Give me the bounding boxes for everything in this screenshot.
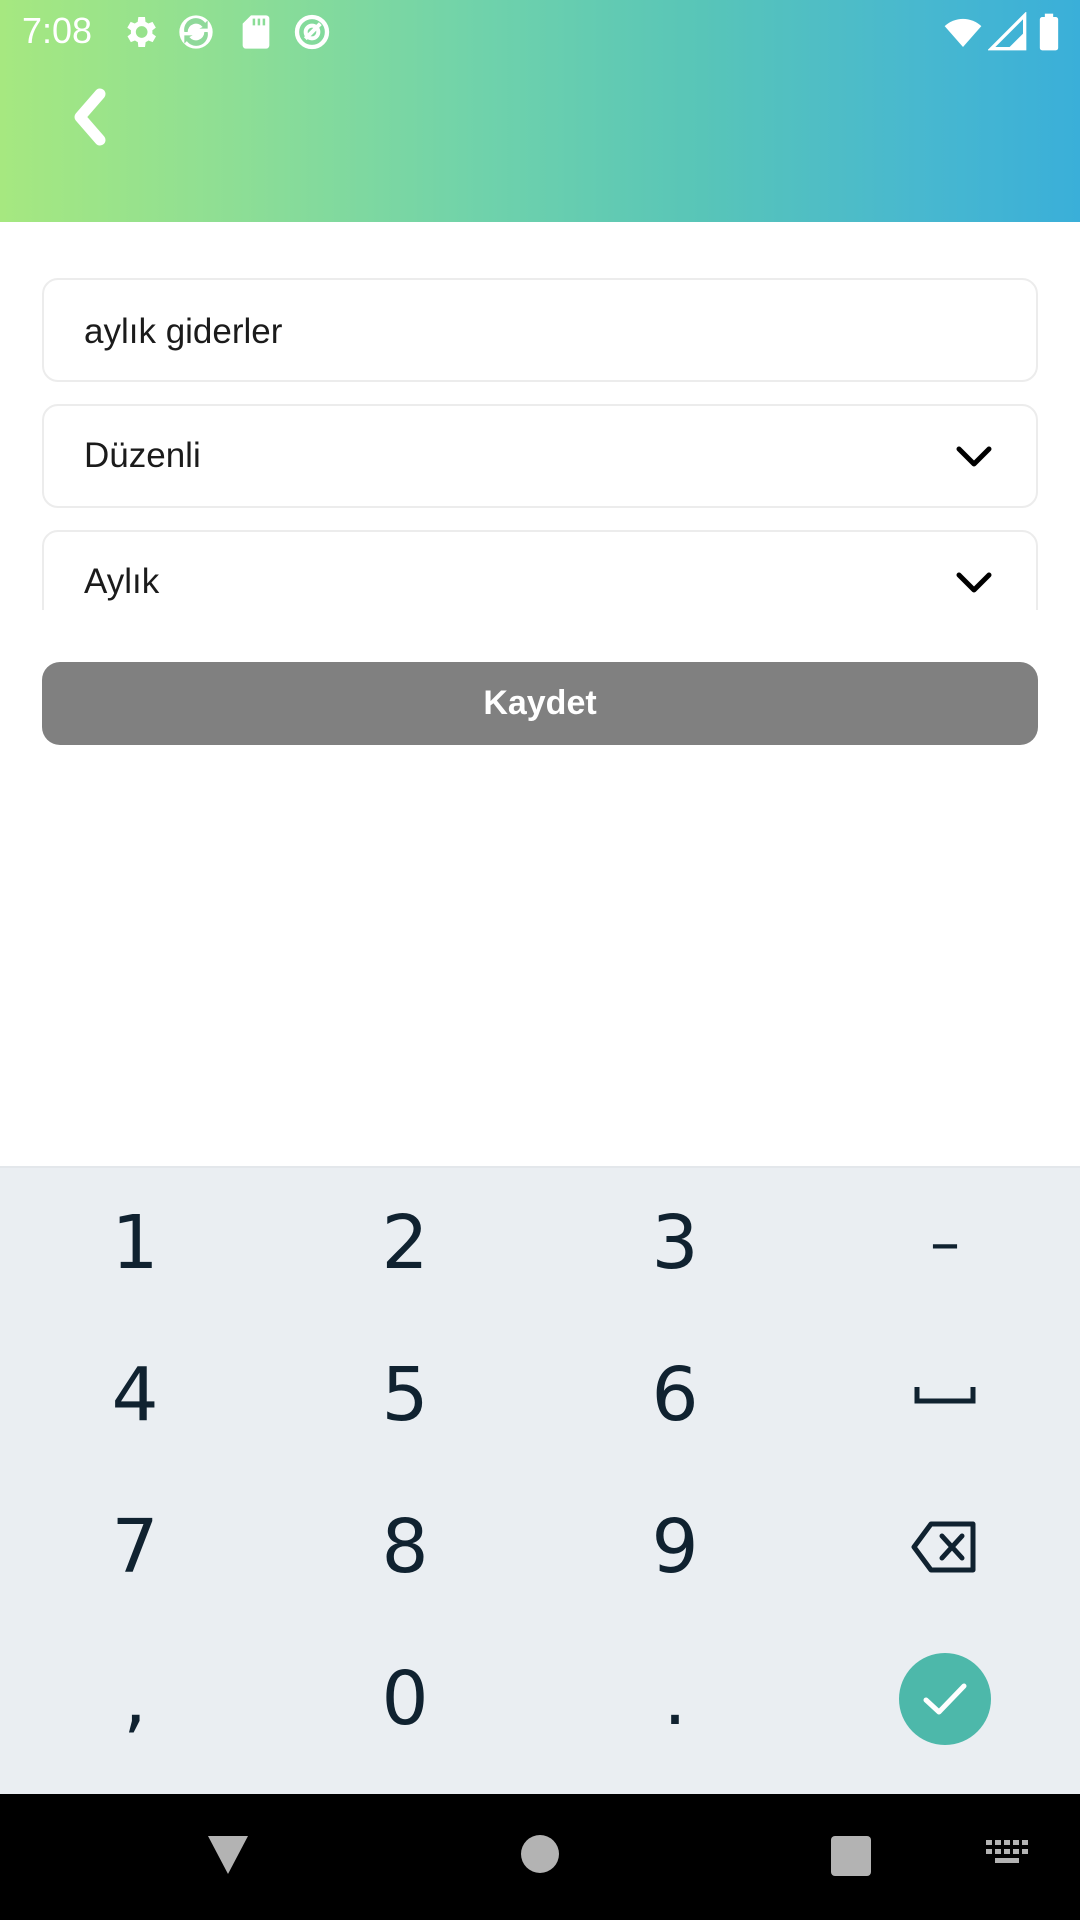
key-9[interactable]: 9 [540, 1472, 810, 1622]
wifi-icon [944, 18, 982, 47]
sync-icon [179, 15, 213, 49]
key-2[interactable]: 2 [270, 1168, 540, 1318]
nav-home-button[interactable] [520, 1834, 560, 1874]
screen: 7:08 aylık giderler Düzenli Aylık Kaydet… [0, 0, 1080, 1920]
name-field[interactable] [42, 278, 1038, 382]
at-sign-icon [294, 14, 330, 50]
key-period[interactable]: . [540, 1624, 810, 1774]
key-8[interactable]: 8 [270, 1472, 540, 1622]
key-space[interactable] [810, 1320, 1080, 1470]
navigation-bar [0, 1794, 1080, 1920]
key-5[interactable]: 5 [270, 1320, 540, 1470]
chevron-down-icon [956, 572, 992, 593]
period-dropdown[interactable]: Aylık [42, 530, 1038, 610]
space-icon [914, 1387, 976, 1404]
enter-button[interactable] [899, 1653, 991, 1745]
chevron-down-icon [956, 446, 992, 467]
key-comma[interactable]: , [0, 1624, 270, 1774]
status-time: 7:08 [22, 10, 93, 51]
numeric-keyboard: 1 2 3 – 4 5 6 7 8 9 , 0 . [0, 1166, 1080, 1794]
header: 7:08 [0, 0, 1080, 222]
type-dropdown[interactable]: Düzenli [42, 404, 1038, 508]
key-backspace[interactable] [810, 1472, 1080, 1622]
key-enter[interactable] [810, 1624, 1080, 1774]
cell-signal-icon [988, 12, 1027, 51]
type-dropdown-value: Düzenli [84, 436, 201, 475]
key-3[interactable]: 3 [540, 1168, 810, 1318]
key-7[interactable]: 7 [0, 1472, 270, 1622]
status-bar: 7:08 [0, 0, 1080, 63]
keyboard-switch-icon[interactable] [986, 1840, 1030, 1870]
key-1[interactable]: 1 [0, 1168, 270, 1318]
period-dropdown-clip: Aylık [0, 528, 1080, 610]
key-6[interactable]: 6 [540, 1320, 810, 1470]
key-minus[interactable]: – [810, 1168, 1080, 1318]
nav-back-button[interactable] [206, 1834, 250, 1876]
period-dropdown-value: Aylık [84, 562, 160, 601]
name-input[interactable] [84, 304, 984, 360]
key-0[interactable]: 0 [270, 1624, 540, 1774]
battery-icon [1039, 13, 1059, 51]
settings-icon [127, 17, 156, 47]
save-button[interactable]: Kaydet [42, 662, 1038, 745]
sd-card-icon [242, 15, 270, 49]
key-4[interactable]: 4 [0, 1320, 270, 1470]
nav-recents-button[interactable] [831, 1836, 871, 1876]
back-button[interactable] [62, 86, 122, 148]
backspace-icon [911, 1521, 976, 1573]
check-icon [923, 1683, 967, 1715]
